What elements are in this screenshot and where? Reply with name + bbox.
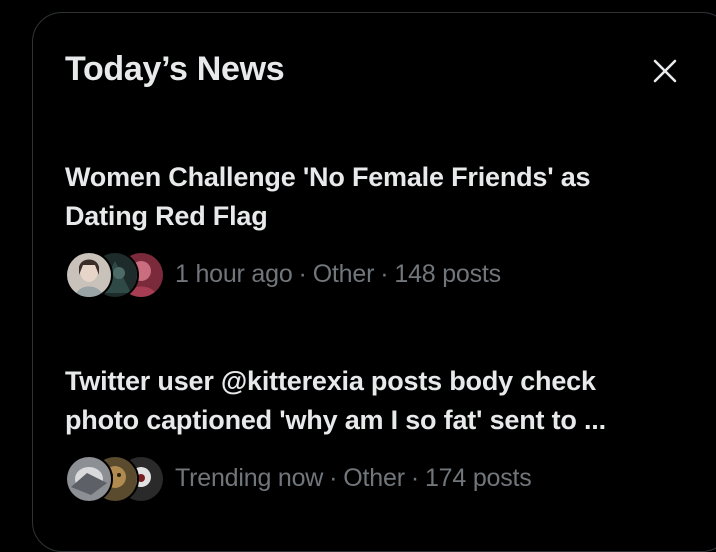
meta-separator: · <box>380 259 389 288</box>
news-story[interactable]: Twitter user @kitterexia posts body chec… <box>65 362 695 503</box>
story-meta: 1 hour ago · Other · 148 posts <box>175 260 501 289</box>
avatar-stack <box>65 251 165 299</box>
close-icon <box>653 59 677 83</box>
avatar <box>65 251 113 299</box>
story-headline-line: Dating Red Flag <box>65 201 268 231</box>
story-meta-row: 1 hour ago · Other · 148 posts <box>65 250 695 299</box>
meta-separator: · <box>329 463 338 492</box>
avatar <box>65 455 113 503</box>
meta-separator: · <box>298 259 307 288</box>
story-time: 1 hour ago <box>175 259 293 288</box>
story-post-count: 174 posts <box>424 463 532 492</box>
story-headline-line: Women Challenge 'No Female Friends' as <box>65 162 591 192</box>
story-meta: Trending now · Other · 174 posts <box>175 464 532 493</box>
avatar-stack <box>65 455 165 503</box>
meta-separator: · <box>410 463 419 492</box>
panel-title: Today’s News <box>65 50 285 88</box>
news-story[interactable]: Women Challenge 'No Female Friends' as D… <box>65 158 695 299</box>
story-category: Other <box>312 259 375 288</box>
story-category: Other <box>343 463 405 492</box>
story-headline-line: photo captioned 'why am I so fat' sent t… <box>65 405 606 435</box>
story-meta-row: Trending now · Other · 174 posts <box>65 454 695 503</box>
close-button[interactable] <box>648 54 682 88</box>
story-time: Trending now <box>175 463 324 492</box>
story-headline-line: Twitter user @kitterexia posts body chec… <box>65 366 596 396</box>
story-post-count: 148 posts <box>394 259 501 288</box>
